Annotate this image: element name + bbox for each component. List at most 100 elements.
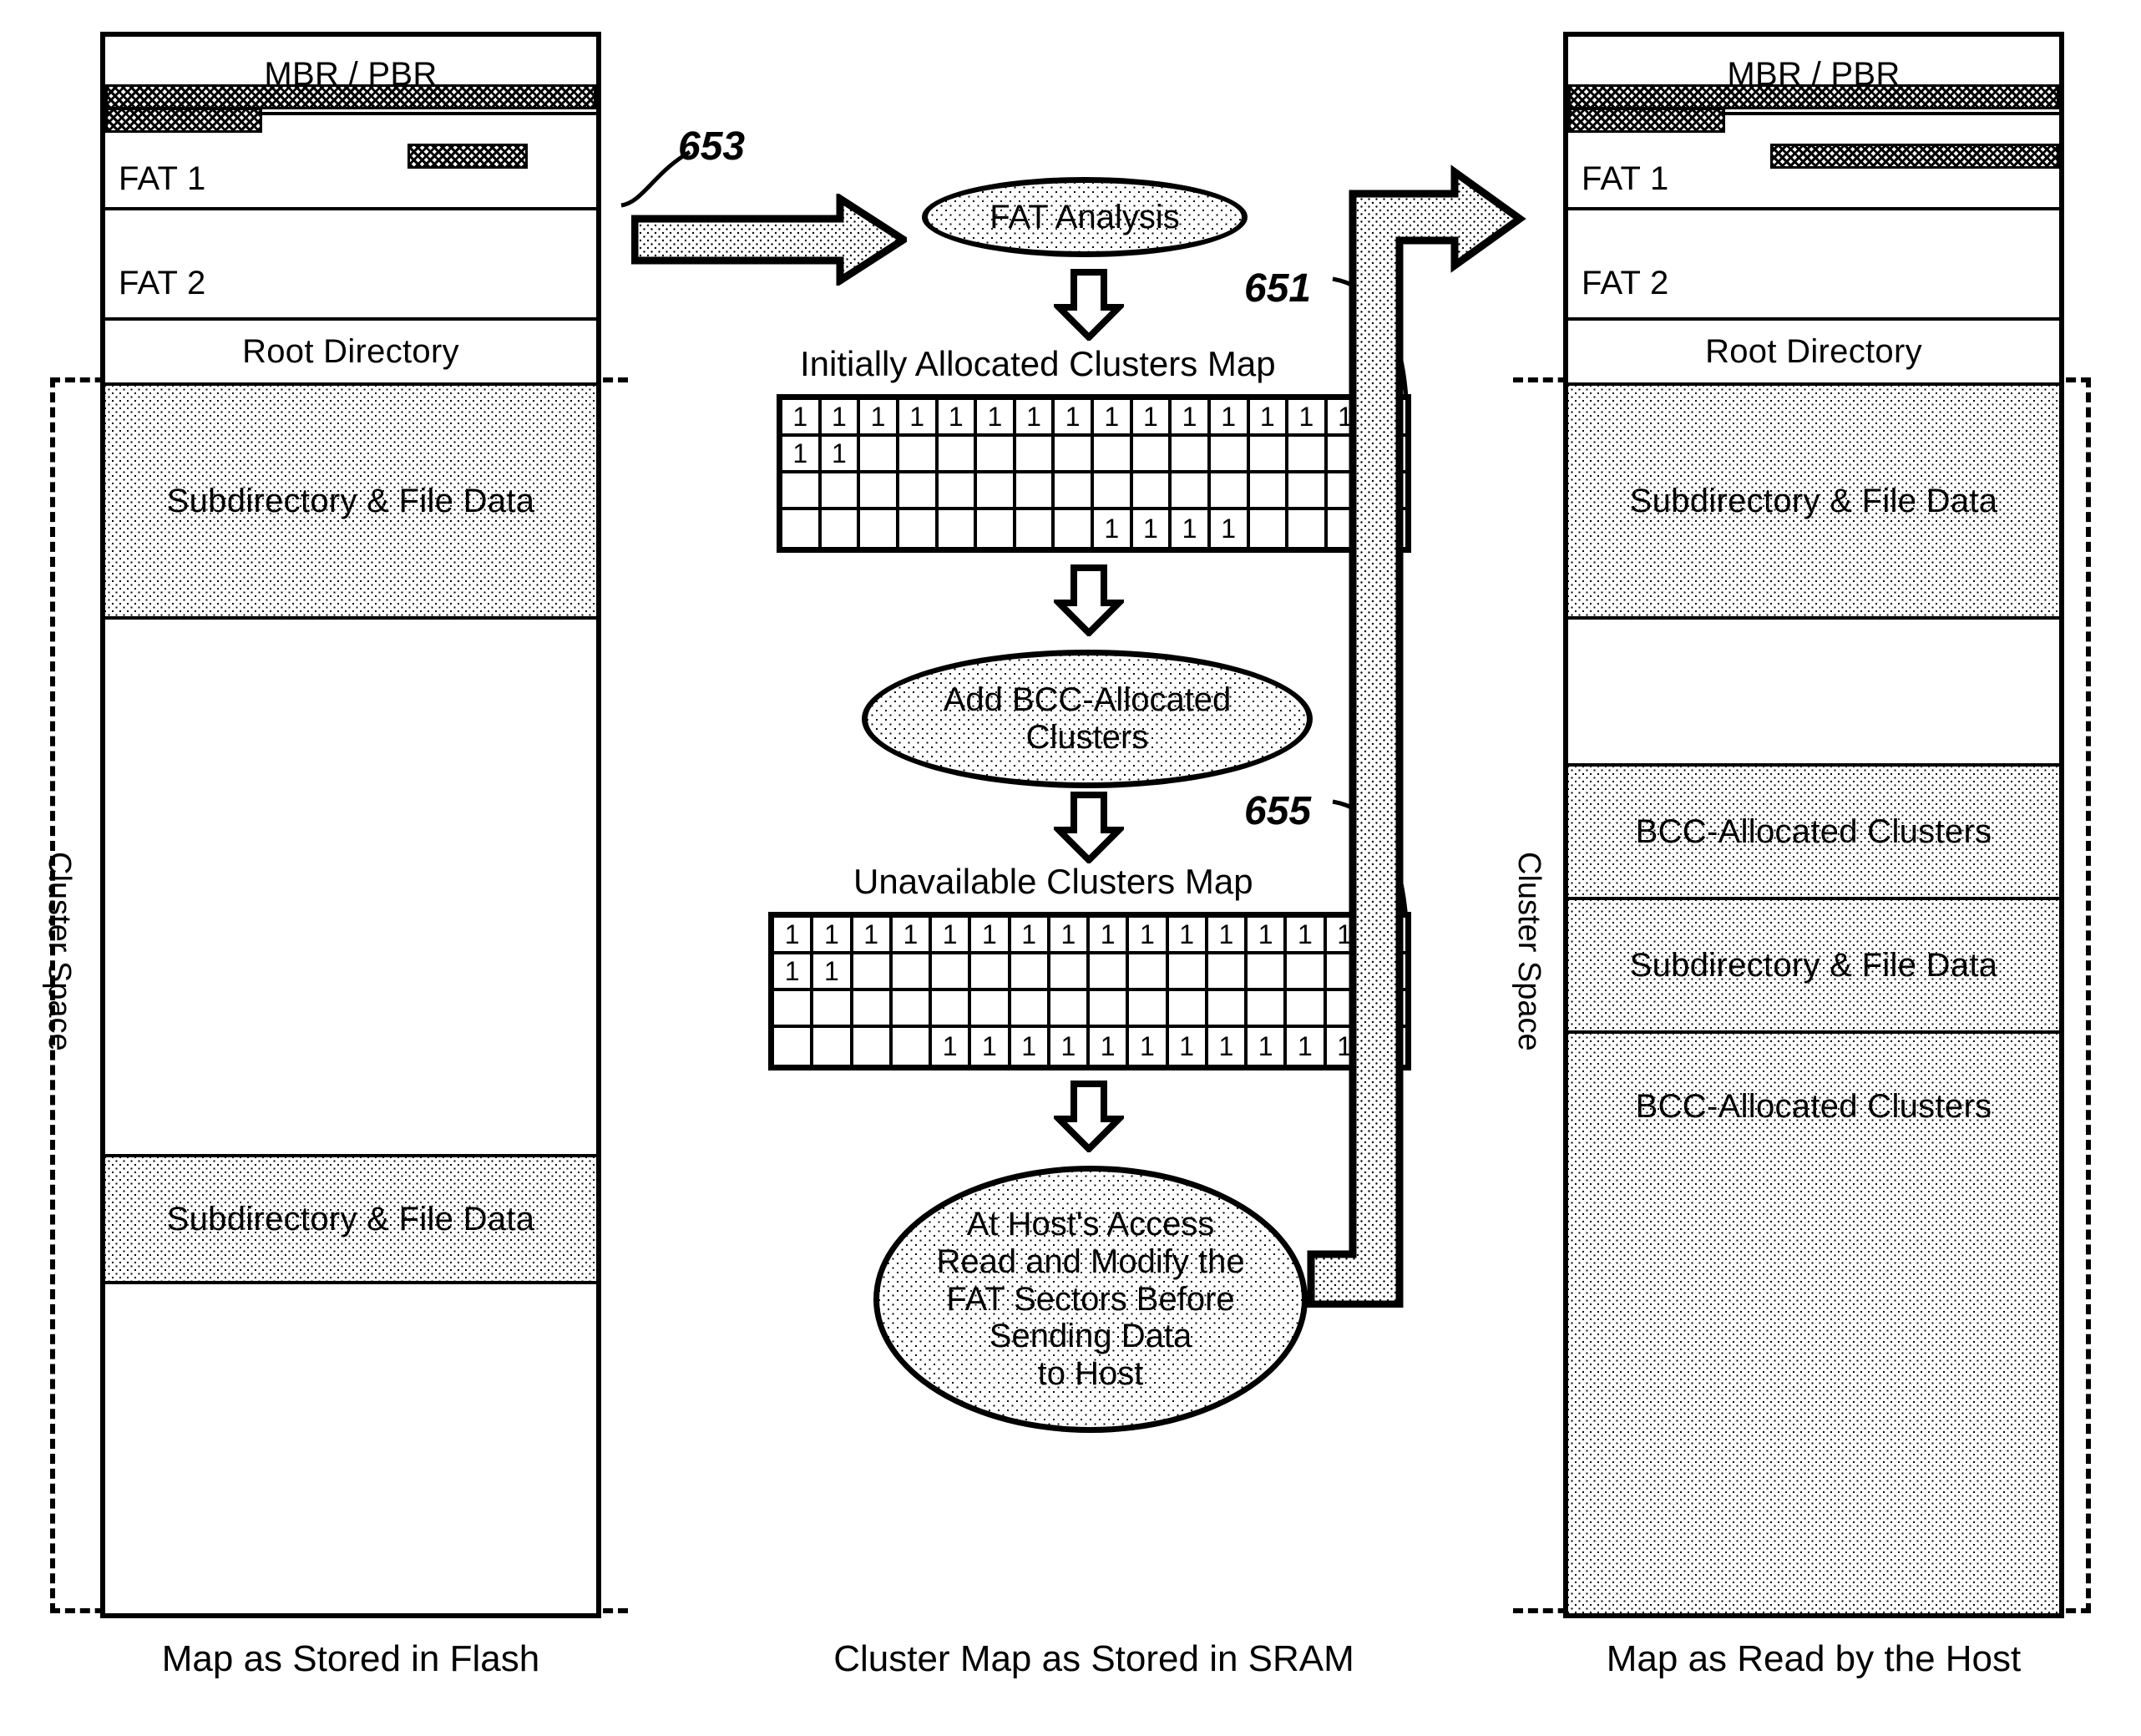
cluster-map-cell: 1 [898, 400, 939, 437]
flash-seg-subdir-file-data-1-label: Subdirectory & File Data [166, 483, 535, 519]
cluster-map-cell [774, 991, 814, 1028]
cluster-map-cell: 1 [1249, 400, 1289, 437]
cluster-map-cell [893, 1028, 932, 1065]
cluster-map-cell [1055, 510, 1094, 547]
cluster-map-cell [1129, 954, 1169, 991]
cluster-map-cell: 1 [782, 400, 822, 437]
cluster-map-cell: 1 [1050, 1028, 1090, 1065]
cluster-map-cell: 1 [821, 437, 861, 473]
cluster-map-cell [1129, 991, 1169, 1028]
cluster-map-cell: 1 [1207, 918, 1248, 954]
flow-arrow-3 [1054, 792, 1124, 863]
cluster-map-cell [782, 473, 822, 510]
flow-arrow-1 [1054, 269, 1124, 341]
host-fat1-entry-row-c [1770, 144, 2059, 169]
cluster-map-cell: 1 [782, 437, 822, 473]
sram-map-caption: Cluster Map as Stored in SRAM [833, 1638, 1354, 1679]
cluster-map-cell: 1 [774, 954, 814, 991]
cluster-map-cell [1055, 437, 1094, 473]
cluster-map-cell [853, 991, 893, 1028]
cluster-map-cell [1015, 473, 1055, 510]
flash-seg-free-space-2 [105, 1284, 596, 1613]
flash-seg-fat2: FAT 2 [105, 210, 596, 321]
cluster-map-cell: 1 [1132, 400, 1172, 437]
host-fat1-entry-row-b [1568, 108, 1725, 133]
cluster-map-cell [1250, 510, 1289, 547]
flash-seg-subdir-file-data-2-label: Subdirectory & File Data [166, 1201, 535, 1237]
cluster-map-cell [892, 954, 932, 991]
cluster-map-cell: 1 [1248, 918, 1288, 954]
cluster-map-cell [1172, 437, 1211, 473]
cluster-map-cell [1090, 954, 1130, 991]
cluster-map-cell [1172, 473, 1211, 510]
cluster-map-cell: 1 [1248, 1028, 1288, 1065]
cluster-map-cell [938, 437, 978, 473]
cluster-map-cell: 1 [1010, 918, 1050, 954]
cluster-map-cell [774, 1028, 814, 1065]
host-seg-bcc-allocated-clusters-2-label: BCC-Allocated Clusters [1635, 1088, 1992, 1125]
host-seg-subdir-file-data-1: Subdirectory & File Data [1568, 386, 2059, 620]
cluster-map-cell [1055, 473, 1094, 510]
cluster-map-cell: 1 [971, 918, 1011, 954]
flash-map-panel: MBR / PBR FAT 1 FAT 2 Root Directory Sub… [100, 32, 601, 1618]
cluster-map-cell [898, 473, 939, 510]
cluster-map-cell: 1 [1208, 1028, 1248, 1065]
host-seg-fat2-label: FAT 2 [1582, 265, 1669, 301]
cluster-map-cell [932, 991, 972, 1028]
cluster-map-cell: 1 [932, 1028, 972, 1065]
host-seg-free-space [1568, 620, 2059, 767]
cluster-map-cell: 1 [1169, 1028, 1208, 1065]
cluster-map-cell [899, 510, 939, 547]
cluster-map-cell [971, 991, 1011, 1028]
flash-seg-root-directory: Root Directory [105, 321, 596, 386]
host-seg-root-directory: Root Directory [1568, 321, 2059, 386]
cluster-map-cell: 1 [1090, 918, 1130, 954]
cluster-map-cell [939, 510, 978, 547]
flow-arrow-2 [1054, 564, 1124, 636]
cluster-map-cell [1132, 437, 1172, 473]
process-add-bcc-allocated-clusters-label: Add BCC-Allocated Clusters [943, 681, 1232, 756]
cluster-map-cell: 1 [1210, 400, 1250, 437]
cluster-map-cell [938, 473, 978, 510]
cluster-map-cell: 1 [813, 954, 853, 991]
host-seg-fat1-label: FAT 1 [1582, 160, 1669, 197]
cluster-map-cell [1090, 991, 1130, 1028]
cluster-map-cell: 1 [1172, 400, 1211, 437]
cluster-map-cell [1207, 991, 1248, 1028]
cluster-map-cell [822, 510, 861, 547]
cluster-map-cell [813, 991, 853, 1028]
host-seg-subdir-file-data-1-label: Subdirectory & File Data [1629, 483, 1998, 519]
host-seg-bcc-allocated-clusters-1-label: BCC-Allocated Clusters [1635, 813, 1992, 850]
host-fat1-entry-row-a [1568, 84, 2059, 109]
host-map-panel: MBR / PBR FAT 1 FAT 2 Root Directory Sub… [1563, 32, 2064, 1618]
cluster-map-cell [853, 1028, 893, 1065]
cluster-map-cell [932, 954, 972, 991]
cluster-map-cell [1248, 954, 1288, 991]
flash-seg-root-directory-label: Root Directory [242, 333, 459, 370]
cluster-map-cell: 1 [977, 400, 1016, 437]
cluster-map-cell [1210, 473, 1250, 510]
cluster-map-cell: 1 [1168, 918, 1208, 954]
cluster-map-cell [821, 473, 861, 510]
cluster-map-cell [1016, 510, 1055, 547]
flow-arrow-4 [1054, 1081, 1124, 1152]
cluster-map-cell: 1 [821, 400, 861, 437]
cluster-map-cell [1168, 991, 1208, 1028]
cluster-map-cell: 1 [860, 400, 899, 437]
cluster-map-cell [971, 954, 1011, 991]
cluster-map-cell [1010, 991, 1050, 1028]
cluster-map-cell: 1 [774, 918, 814, 954]
cluster-map-cell [1094, 437, 1133, 473]
cluster-map-cell: 1 [971, 1028, 1011, 1065]
cluster-map-cell [1249, 473, 1289, 510]
cluster-map-cell [898, 437, 939, 473]
cluster-map-cell: 1 [1129, 918, 1169, 954]
flash-fat1-entry-row-c [407, 144, 528, 169]
cluster-map-cell: 1 [1129, 1028, 1169, 1065]
cluster-map-cell: 1 [1011, 1028, 1050, 1065]
unavailable-map-title: Unavailable Clusters Map [853, 862, 1253, 901]
cluster-map-cell: 1 [853, 918, 893, 954]
cluster-map-cell [1015, 437, 1055, 473]
cluster-map-cell [977, 473, 1016, 510]
cluster-map-cell [892, 991, 932, 1028]
